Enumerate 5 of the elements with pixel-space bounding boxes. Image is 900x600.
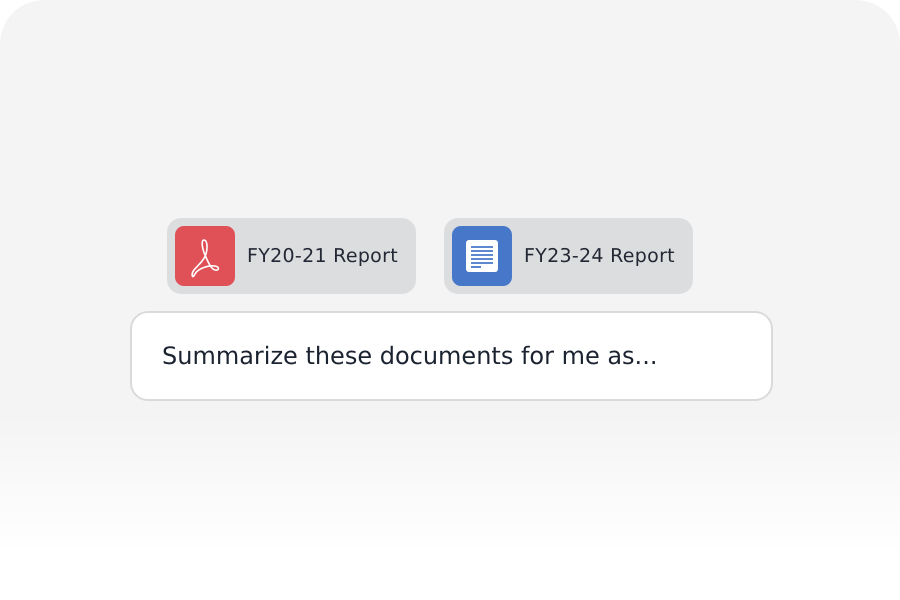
- attachment-chip[interactable]: FY20-21 Report: [167, 218, 416, 294]
- document-icon: [452, 226, 512, 286]
- prompt-field[interactable]: Summarize these documents for me as...: [130, 311, 773, 401]
- attachment-chip[interactable]: FY23-24 Report: [444, 218, 693, 294]
- pdf-icon: [175, 226, 235, 286]
